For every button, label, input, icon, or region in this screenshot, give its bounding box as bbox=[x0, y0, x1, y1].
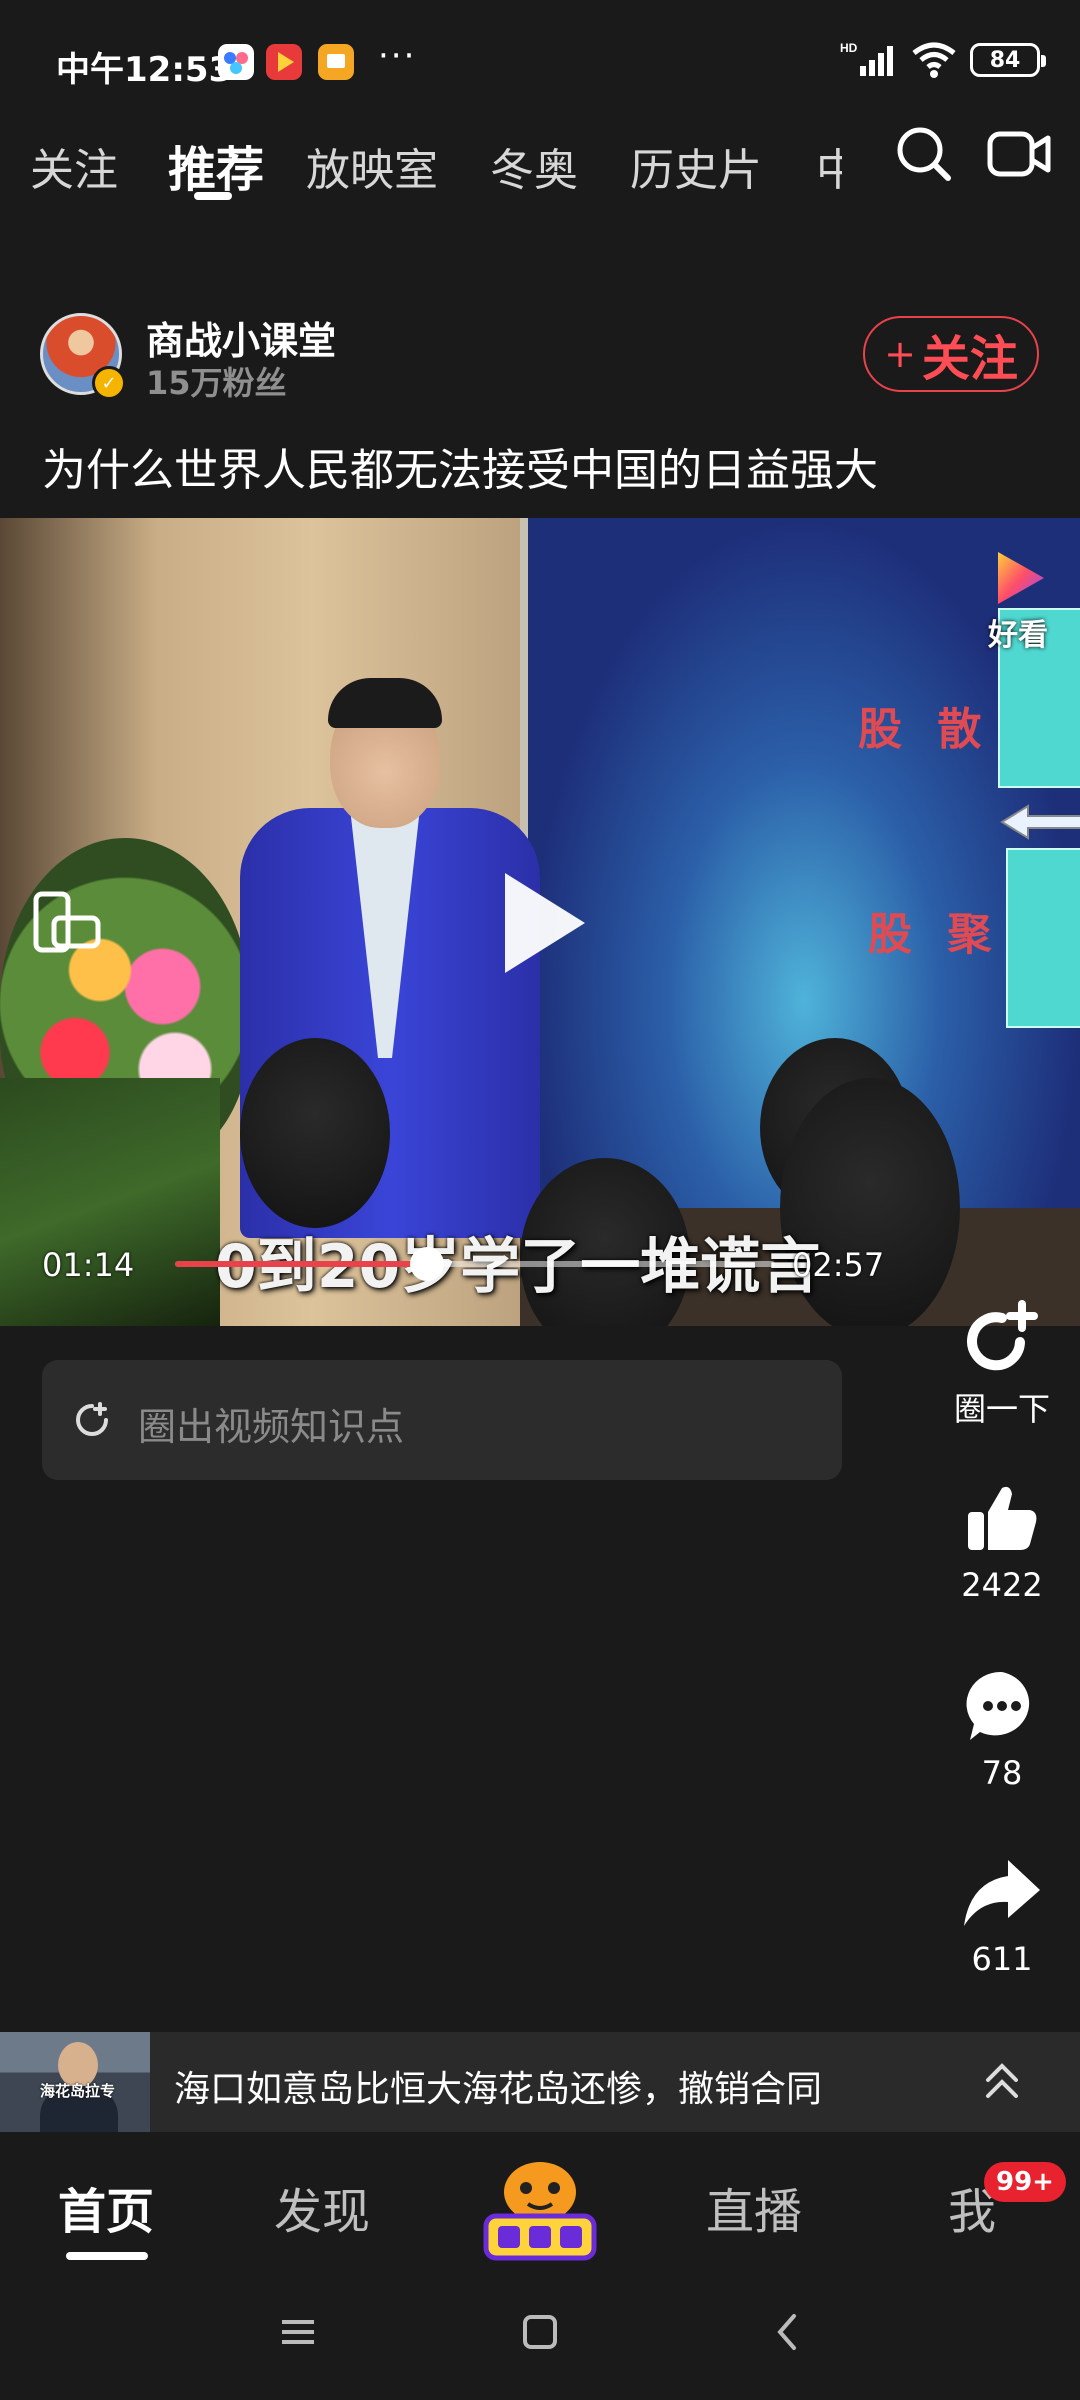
circle-refresh-icon bbox=[76, 1402, 108, 1436]
share-arrow-icon bbox=[964, 1860, 1040, 1926]
nav-active-indicator bbox=[66, 2252, 148, 2260]
status-time: 中午12:53 bbox=[56, 50, 233, 90]
menu-icon[interactable] bbox=[278, 2312, 318, 2352]
follow-button[interactable]: + 关注 bbox=[863, 316, 1039, 392]
comment-button[interactable]: 78 bbox=[940, 1666, 1064, 1792]
share-count: 611 bbox=[971, 1940, 1033, 1978]
circle-action-label: 圈一下 bbox=[953, 1390, 1050, 1428]
circle-plus-icon bbox=[967, 1300, 1038, 1371]
comment-icon bbox=[966, 1671, 1030, 1740]
nav-discover[interactable]: 发现 bbox=[274, 2172, 370, 2242]
video-player[interactable]: 股 散 股 聚 好看 0到20岁学了一堆谎言 01:14 02:57 bbox=[0, 518, 1080, 1326]
news-headline[interactable]: 海口如意岛比恒大海花岛还惨，撤销合同 bbox=[174, 2060, 822, 2112]
current-time: 01:14 bbox=[42, 1246, 135, 1284]
svg-text:HD: HD bbox=[840, 41, 858, 55]
battery-indicator: 84 bbox=[970, 43, 1046, 77]
video-camera-icon[interactable] bbox=[986, 126, 1052, 182]
progress-handle[interactable] bbox=[410, 1247, 444, 1281]
news-ticker[interactable]: 海花岛拉专 海口如意岛比恒大海花岛还惨，撤销合同 bbox=[0, 2032, 1080, 2132]
progress-bar[interactable] bbox=[175, 1247, 775, 1281]
news-thumbnail: 海花岛拉专 bbox=[0, 2032, 150, 2132]
signal-icon: HD bbox=[840, 41, 893, 76]
status-bar: 中午12:53 ··· HD 84 bbox=[0, 0, 1080, 120]
video-scene-plant bbox=[0, 1078, 220, 1326]
slide-text: 股 聚 bbox=[868, 909, 1002, 960]
haokan-app-icon bbox=[266, 44, 302, 80]
status-indicators: HD 84 bbox=[840, 40, 1046, 80]
comment-count: 78 bbox=[981, 1754, 1023, 1792]
total-duration: 02:57 bbox=[792, 1246, 885, 1284]
share-button[interactable]: 611 bbox=[940, 1856, 1064, 1978]
like-button[interactable]: 2422 bbox=[940, 1478, 1064, 1604]
follow-button-label: 关注 bbox=[921, 331, 1018, 387]
news-thumbnail-caption: 海花岛拉专 bbox=[40, 2082, 116, 2100]
knowledge-point-placeholder: 圈出视频知识点 bbox=[138, 1405, 405, 1449]
haokan-logo-icon bbox=[998, 552, 1044, 604]
play-icon[interactable] bbox=[505, 873, 585, 973]
cast-screen-icon[interactable] bbox=[32, 890, 104, 954]
knowledge-point-input[interactable]: 圈出视频知识点 bbox=[42, 1360, 842, 1480]
tab-following[interactable]: 关注 bbox=[30, 134, 118, 198]
active-tab-indicator bbox=[194, 192, 232, 200]
baidu-app-icon bbox=[218, 44, 254, 80]
verified-badge-icon: ✓ bbox=[92, 366, 126, 400]
meme-contest-icon[interactable] bbox=[478, 2152, 602, 2268]
more-notifications-icon: ··· bbox=[378, 36, 417, 76]
tab-winter-olympics[interactable]: 冬奥 bbox=[490, 134, 578, 198]
plus-icon: + bbox=[884, 332, 916, 376]
video-title[interactable]: 为什么世界人民都无法接受中国的日益强大 bbox=[42, 434, 878, 498]
haokan-watermark: 好看 bbox=[988, 618, 1048, 653]
home-icon[interactable] bbox=[520, 2312, 560, 2352]
fan-count: 15万粉丝 bbox=[146, 364, 287, 402]
progress-bar-fill bbox=[175, 1261, 427, 1267]
slide-box bbox=[1006, 848, 1080, 1028]
system-navigation bbox=[0, 2282, 1080, 2400]
bottom-navigation: 首页 发现 直播 我 99+ bbox=[0, 2132, 1080, 2282]
author-name[interactable]: 商战小课堂 bbox=[146, 310, 336, 365]
notification-badge: 99+ bbox=[984, 2162, 1066, 2202]
like-count: 2422 bbox=[961, 1566, 1043, 1604]
expand-up-icon[interactable] bbox=[982, 2060, 1022, 2104]
wifi-icon bbox=[912, 42, 956, 78]
tab-recommended[interactable]: 推荐 bbox=[168, 130, 264, 200]
slide-arrow bbox=[1000, 804, 1080, 840]
video-scene-audience bbox=[240, 1038, 390, 1228]
back-icon[interactable] bbox=[768, 2312, 808, 2352]
message-app-icon bbox=[318, 44, 354, 80]
tab-screening-room[interactable]: 放映室 bbox=[306, 134, 438, 198]
nav-live[interactable]: 直播 bbox=[706, 2172, 802, 2242]
slide-text: 股 散 bbox=[858, 704, 992, 755]
circle-action-button[interactable]: 圈一下 bbox=[940, 1296, 1064, 1430]
tab-more-partial[interactable]: 中 bbox=[816, 134, 842, 198]
nav-home[interactable]: 首页 bbox=[58, 2172, 154, 2242]
search-icon[interactable] bbox=[892, 122, 956, 186]
top-tab-bar: 关注 推荐 放映室 冬奥 历史片 中 bbox=[0, 120, 1080, 216]
thumbs-up-icon bbox=[968, 1486, 1037, 1550]
tab-history-films[interactable]: 历史片 bbox=[630, 134, 762, 198]
